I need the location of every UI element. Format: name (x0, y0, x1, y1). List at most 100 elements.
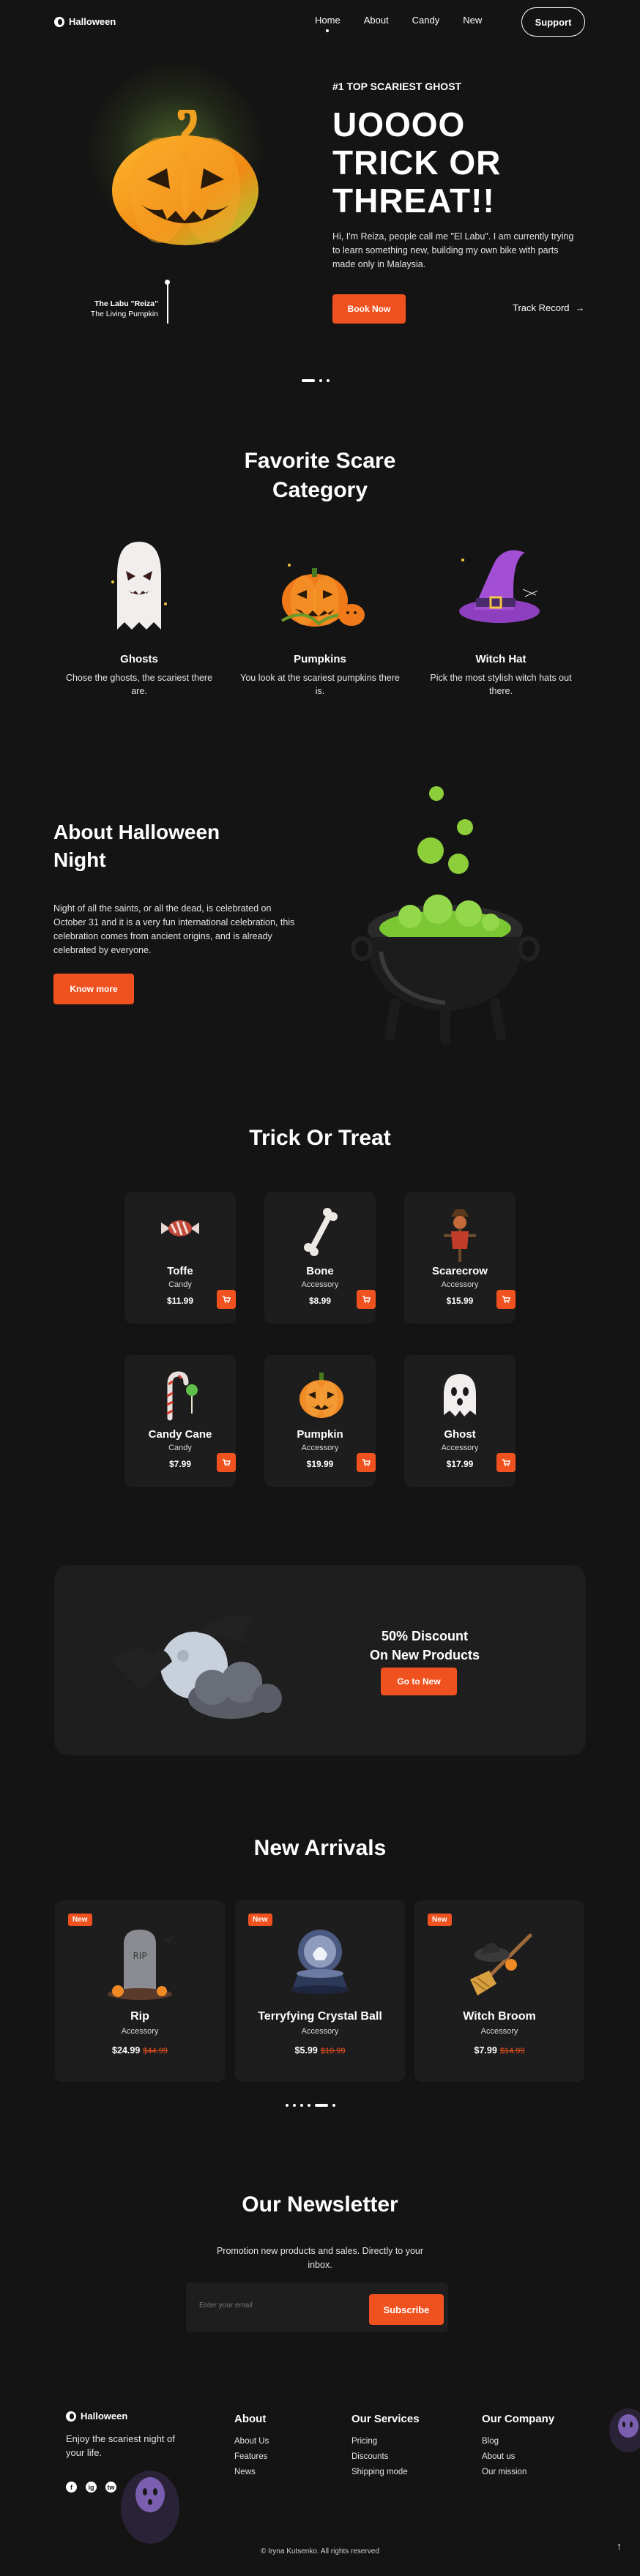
nav-candy[interactable]: Candy (412, 15, 440, 26)
arrival-price: $5.99 (294, 2045, 318, 2056)
product-card-candy-cane[interactable]: Candy Cane Candy $7.99 (124, 1355, 236, 1487)
pagination-dot[interactable] (286, 2104, 289, 2107)
hero-title-line: UOOOO (332, 105, 466, 143)
add-to-cart-button[interactable] (357, 1290, 376, 1309)
hero-pagination[interactable] (302, 379, 330, 382)
facebook-icon[interactable]: f (66, 2482, 77, 2493)
product-name: Scarecrow (432, 1265, 488, 1277)
footer-column-company: Our Company Blog About us Our mission (482, 2413, 554, 2483)
footer-link[interactable]: Features (234, 2452, 269, 2461)
arrivals-pagination[interactable] (286, 2104, 335, 2107)
svg-text:RIP: RIP (133, 1951, 146, 1961)
arrival-price-group: $7.99 $14.99 (414, 2045, 584, 2056)
add-to-cart-button[interactable] (496, 1453, 516, 1472)
arrival-name: Witch Broom (463, 2010, 536, 2023)
support-button[interactable]: Support (521, 7, 585, 37)
category-card-pumpkins[interactable]: Pumpkins You look at the scariest pumpki… (239, 653, 401, 698)
pagination-dot[interactable] (308, 2104, 310, 2107)
product-type: Accessory (441, 1444, 479, 1452)
category-card-ghosts[interactable]: Ghosts Chose the ghosts, the scariest th… (59, 653, 220, 698)
product-card-toffe[interactable]: Toffe Candy $11.99 (124, 1192, 236, 1324)
about-title: About Halloween Night (53, 821, 220, 871)
candy-cane-icon (166, 1371, 198, 1421)
pumpkin-icon (299, 1373, 343, 1418)
pagination-dot[interactable] (332, 2104, 335, 2107)
add-to-cart-button[interactable] (357, 1453, 376, 1472)
footer-link[interactable]: About us (482, 2452, 554, 2461)
book-now-button[interactable]: Book Now (332, 294, 406, 324)
pagination-dot-active[interactable] (315, 2104, 328, 2107)
product-name: Ghost (444, 1428, 476, 1441)
pagination-dot[interactable] (319, 379, 322, 382)
subscribe-button[interactable]: Subscribe (369, 2294, 444, 2325)
add-to-cart-button[interactable] (217, 1290, 236, 1309)
know-more-button[interactable]: Know more (53, 974, 134, 1004)
footer-link[interactable]: Our mission (482, 2468, 554, 2476)
footer-logo[interactable]: Halloween (66, 2411, 127, 2422)
category-name: Pumpkins (294, 653, 346, 665)
pagination-dot-active[interactable] (302, 379, 315, 382)
product-name: Pumpkin (297, 1428, 343, 1441)
nav-new[interactable]: New (463, 15, 482, 26)
discount-text: 50% Discount On New Products (351, 1627, 498, 1665)
caption-line (167, 283, 168, 324)
arrival-price: $24.99 (112, 2045, 141, 2056)
caption-sub: The Living Pumpkin (90, 310, 158, 318)
twitter-icon[interactable]: tw (105, 2482, 116, 2493)
logo[interactable]: Halloween (54, 16, 116, 27)
arrival-card-rip[interactable]: New RIP Rip Accessory $24.99 $44.99 (55, 1900, 225, 2082)
footer-link[interactable]: About Us (234, 2437, 269, 2446)
footer-link[interactable]: Blog (482, 2437, 554, 2446)
instagram-icon[interactable]: ig (86, 2482, 97, 2493)
email-input[interactable] (199, 2301, 331, 2310)
footer-logo-text: Halloween (81, 2411, 128, 2422)
arrival-card-crystal-ball[interactable]: New Terryfying Crystal Ball Accessory $5… (235, 1900, 405, 2082)
scarecrow-icon (444, 1209, 476, 1262)
footer-link[interactable]: Shipping mode (351, 2468, 420, 2476)
arrow-right-icon: → (575, 302, 585, 313)
product-card-pumpkin[interactable]: Pumpkin Accessory $19.99 (264, 1355, 376, 1487)
track-record-link[interactable]: Track Record → (513, 302, 585, 313)
arrival-price-group: $24.99 $44.99 (55, 2045, 225, 2056)
product-card-ghost[interactable]: Ghost Accessory $17.99 (404, 1355, 516, 1487)
product-type: Accessory (301, 1280, 339, 1289)
product-card-bone[interactable]: Bone Accessory $8.99 (264, 1192, 376, 1324)
product-type: Accessory (441, 1280, 479, 1289)
add-to-cart-button[interactable] (496, 1290, 516, 1309)
add-to-cart-button[interactable] (217, 1453, 236, 1472)
crystal-ball-icon (291, 1930, 349, 1994)
category-desc: Pick the most stylish witch hats out the… (430, 673, 572, 696)
footer-tagline: Enjoy the scariest night of your life. (66, 2433, 175, 2458)
product-type: Candy (168, 1444, 192, 1452)
footer-link[interactable]: Pricing (351, 2437, 420, 2446)
candy-icon (161, 1220, 199, 1236)
arrival-old-price: $10.99 (320, 2047, 346, 2056)
footer-link[interactable]: Discounts (351, 2452, 420, 2461)
tombstone-icon: RIP (108, 1930, 175, 2000)
category-name: Witch Hat (475, 653, 526, 665)
cart-icon (362, 1296, 371, 1303)
cauldron-image (351, 786, 540, 1045)
category-card-witch-hat[interactable]: Witch Hat Pick the most stylish witch ha… (420, 653, 581, 698)
witch-broom-icon (470, 1933, 532, 1996)
pagination-dot[interactable] (327, 379, 330, 382)
footer-column-title: Our Services (351, 2413, 420, 2425)
cart-icon (223, 1459, 231, 1466)
moon-bat-image (110, 1616, 282, 1719)
arrival-price-group: $5.99 $10.99 (235, 2045, 405, 2056)
newsletter-title: Our Newsletter (242, 2192, 398, 2217)
pagination-dot[interactable] (293, 2104, 296, 2107)
go-to-new-button[interactable]: Go to New (381, 1668, 457, 1695)
arrival-old-price: $14.99 (499, 2047, 525, 2056)
nav-home[interactable]: Home (315, 15, 341, 32)
arrival-card-witch-broom[interactable]: New Witch Broom Accessory $7.99 $14.99 (414, 1900, 584, 2082)
hero-subtitle: #1 TOP SCARIEST GHOST (332, 81, 462, 92)
pagination-dot[interactable] (300, 2104, 303, 2107)
cart-icon (223, 1296, 231, 1303)
newsletter-description: Promotion new products and sales. Direct… (216, 2246, 424, 2270)
nav-about[interactable]: About (364, 15, 389, 26)
arrival-old-price: $44.99 (143, 2047, 168, 2056)
category-title-line: Category (272, 478, 368, 502)
product-card-scarecrow[interactable]: Scarecrow Accessory $15.99 (404, 1192, 516, 1324)
footer-link[interactable]: News (234, 2468, 269, 2476)
